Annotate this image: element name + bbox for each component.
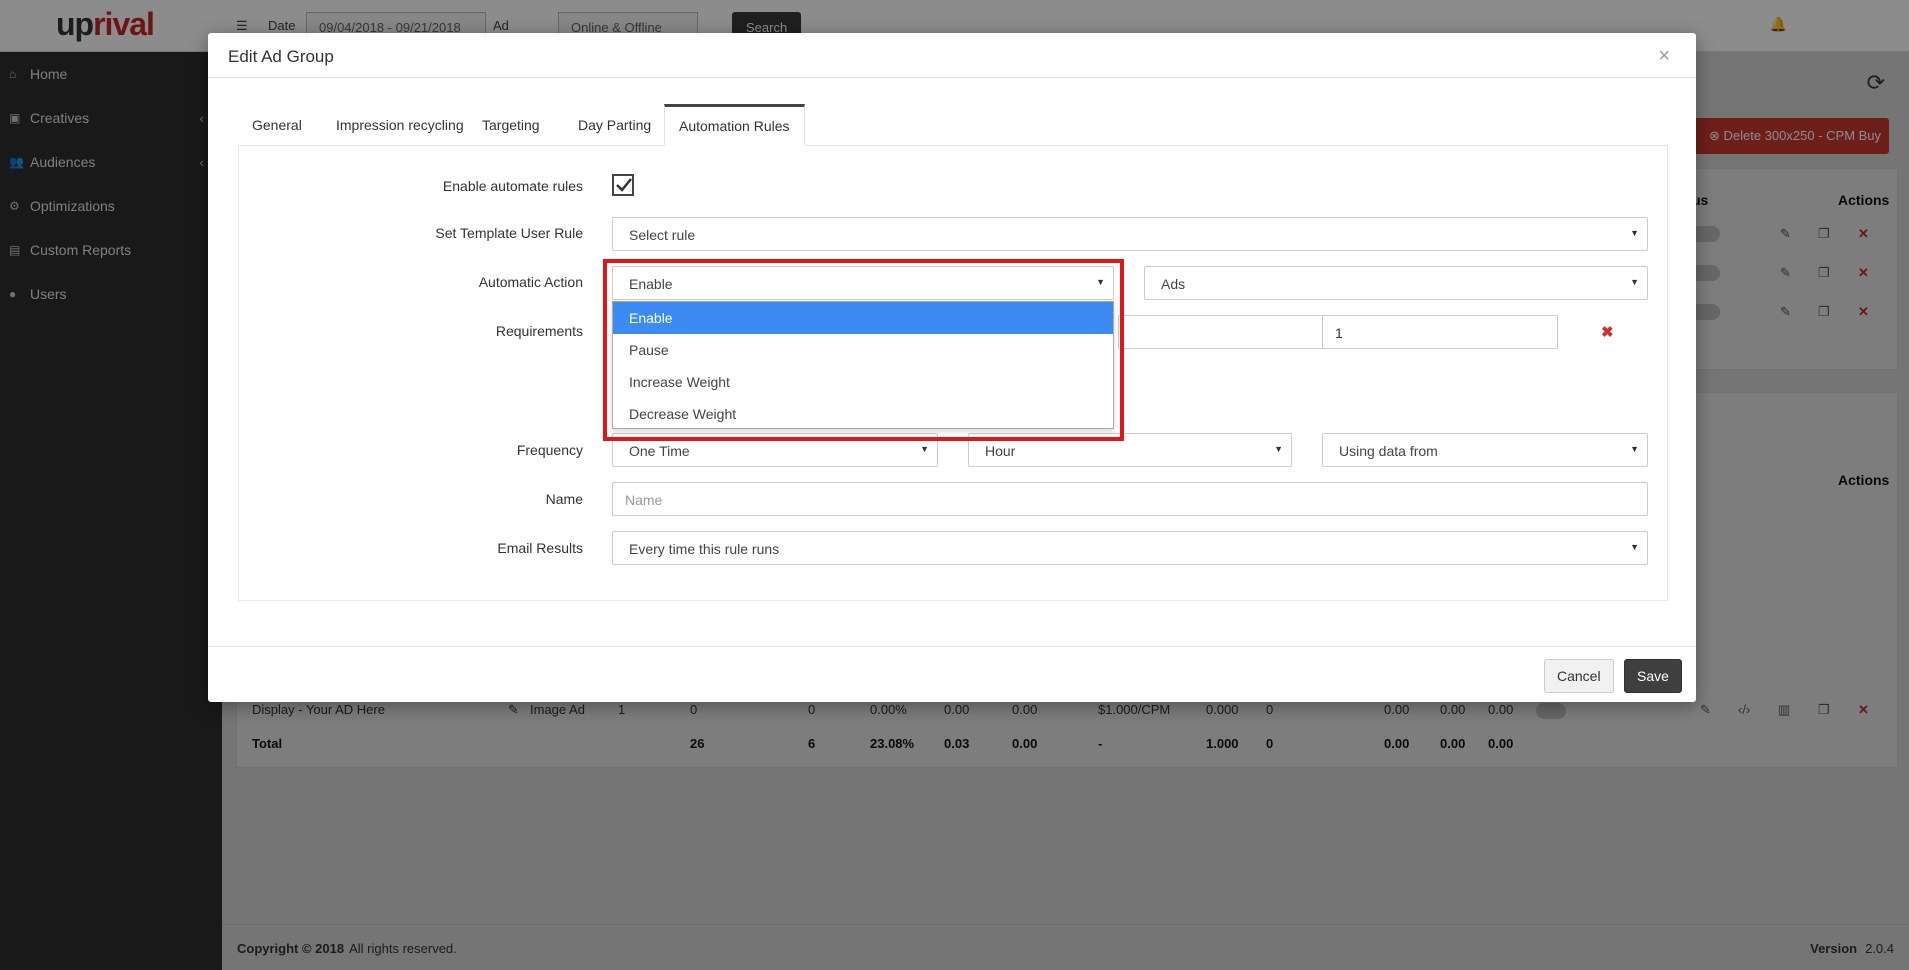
chevron-down-icon: ▼ bbox=[1096, 277, 1105, 287]
cancel-button[interactable]: Cancel bbox=[1544, 659, 1614, 693]
frequency-label: Frequency bbox=[516, 442, 583, 458]
action-target-select[interactable]: Ads ▼ bbox=[1144, 266, 1648, 300]
dropdown-option-enable[interactable]: Enable bbox=[613, 302, 1113, 334]
frequency-unit-select[interactable]: Hour ▼ bbox=[968, 433, 1292, 467]
frequency-select[interactable]: One Time ▼ bbox=[612, 433, 938, 467]
checkmark-icon bbox=[616, 178, 632, 192]
modal-title: Edit Ad Group bbox=[228, 47, 334, 66]
tab-general[interactable]: General bbox=[238, 104, 316, 146]
name-label: Name bbox=[545, 491, 583, 507]
chevron-down-icon: ▼ bbox=[1630, 228, 1639, 238]
automatic-action-select[interactable]: Enable ▼ bbox=[612, 266, 1114, 300]
close-icon[interactable]: × bbox=[1658, 45, 1670, 68]
requirement-value-input[interactable]: 1 bbox=[1322, 315, 1558, 349]
modal-header: Edit Ad Group × bbox=[208, 33, 1696, 78]
requirements-label: Requirements bbox=[495, 323, 583, 339]
enable-automate-rules-checkbox[interactable] bbox=[612, 174, 634, 196]
modal-tabs: General Impression recycling Targeting D… bbox=[238, 104, 1668, 146]
email-results-select[interactable]: Every time this rule runs ▼ bbox=[612, 531, 1648, 565]
dropdown-option-decrease-weight[interactable]: Decrease Weight bbox=[613, 398, 1113, 430]
email-results-label: Email Results bbox=[497, 540, 583, 556]
tab-automation-rules[interactable]: Automation Rules bbox=[664, 104, 805, 146]
chevron-down-icon: ▼ bbox=[920, 444, 929, 454]
tab-targeting[interactable]: Targeting bbox=[468, 104, 554, 146]
modal-footer: Cancel Save bbox=[208, 646, 1696, 702]
dropdown-option-pause[interactable]: Pause bbox=[613, 334, 1113, 366]
template-rule-label: Set Template User Rule bbox=[435, 225, 583, 241]
enable-automate-rules-label: Enable automate rules bbox=[442, 178, 583, 194]
tab-day-parting[interactable]: Day Parting bbox=[564, 104, 665, 146]
remove-requirement-icon[interactable]: ✖ bbox=[1601, 323, 1614, 341]
chevron-down-icon: ▼ bbox=[1630, 542, 1639, 552]
chevron-down-icon: ▼ bbox=[1274, 444, 1283, 454]
tab-impression-recycling[interactable]: Impression recycling bbox=[322, 104, 478, 146]
automatic-action-dropdown: Enable Pause Increase Weight Decrease We… bbox=[612, 301, 1114, 429]
edit-ad-group-modal: Edit Ad Group × General Impression recyc… bbox=[208, 33, 1696, 702]
template-rule-select[interactable]: Select rule ▼ bbox=[612, 217, 1648, 251]
chevron-down-icon: ▼ bbox=[1630, 444, 1639, 454]
data-range-select[interactable]: Using data from ▼ bbox=[1322, 433, 1648, 467]
automatic-action-label: Automatic Action bbox=[478, 274, 583, 290]
save-button[interactable]: Save bbox=[1624, 659, 1682, 693]
chevron-down-icon: ▼ bbox=[1630, 277, 1639, 287]
rule-name-input[interactable]: Name bbox=[612, 482, 1648, 516]
dropdown-option-increase-weight[interactable]: Increase Weight bbox=[613, 366, 1113, 398]
